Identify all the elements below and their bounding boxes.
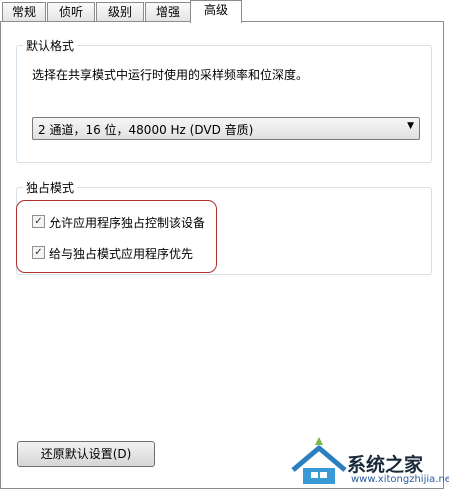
tab-label: 级别	[107, 5, 132, 19]
tab-label: 增强	[155, 5, 180, 19]
tab-label: 侦听	[58, 5, 83, 19]
default-format-description: 选择在共享模式中运行时使用的采样频率和位深度。	[32, 68, 309, 82]
tab-label: 高级	[203, 3, 228, 17]
watermark-logo: 系统之家 www.xitongzhijia.net	[285, 432, 449, 489]
tab-strip: 常规 侦听 级别 增强 高级	[0, 0, 449, 23]
default-format-group: 默认格式	[16, 37, 432, 163]
restore-defaults-button[interactable]: 还原默认设置(D)	[17, 441, 155, 467]
annotation-highlight	[16, 200, 217, 273]
selected-format: 2 通道，16 位，48000 Hz (DVD 音质)	[38, 123, 254, 137]
default-format-select[interactable]: 2 通道，16 位，48000 Hz (DVD 音质) ▼	[32, 117, 420, 140]
house-logo-icon	[291, 437, 347, 484]
watermark-text: 系统之家	[347, 454, 424, 476]
group-title: 默认格式	[23, 37, 78, 54]
tab-general[interactable]: 常规	[2, 2, 46, 21]
tab-advanced[interactable]: 高级	[190, 0, 242, 23]
tab-enhancements[interactable]: 增强	[145, 2, 191, 21]
tab-levels[interactable]: 级别	[96, 2, 144, 21]
tab-listen[interactable]: 侦听	[47, 2, 95, 21]
button-label: 还原默认设置(D)	[40, 447, 132, 461]
tab-label: 常规	[11, 5, 36, 19]
group-title: 独占模式	[23, 179, 78, 196]
chevron-down-icon: ▼	[407, 121, 414, 131]
watermark-url: www.xitongzhijia.net	[351, 474, 449, 485]
